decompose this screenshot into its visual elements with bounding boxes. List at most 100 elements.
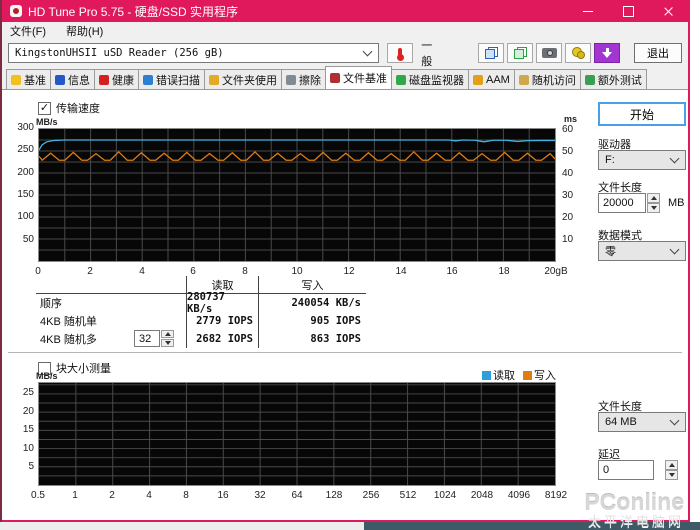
arrow-up-icon [668,462,675,467]
axis-tick: 2 [109,490,115,501]
legend-item-读取: 读取 [482,367,515,383]
temperature-button[interactable] [387,43,414,63]
spin-up-button[interactable] [161,330,174,339]
benchmark-icon [11,74,21,85]
info-icon [55,74,65,85]
tab-label: 文件基准 [343,73,387,85]
tab-文件基准[interactable]: 文件基准 [325,66,392,89]
axis-tick: 30 [562,190,574,201]
transfer-speed-checkbox[interactable]: ✓ [38,101,51,115]
results-grid: 读取 写入 顺序 280737 KB/s 240054 KB/s 4KB 随机单 2779 … [36,276,366,348]
chevron-down-icon [669,153,680,164]
data-mode-select[interactable]: 零 [598,241,686,261]
spinner-arrows[interactable] [161,330,174,347]
file-length-select[interactable]: 64 MB [598,412,686,432]
axis-tick: 4 [139,266,145,277]
file-length-value[interactable]: 20000 [598,193,646,213]
tab-基准[interactable]: 基准 [6,69,51,89]
chevron-down-icon [669,415,680,426]
axis-tick: 40 [562,168,574,179]
error-scan-icon [143,74,153,85]
window-controls [568,0,688,22]
axis-tick: 2048 [470,490,494,501]
tab-label: 健康 [112,74,134,87]
health-icon [99,74,109,85]
axis-tick: 1 [72,490,78,501]
transfer-speed-label: 传输速度 [56,103,100,115]
axis-tick: 16 [446,266,458,277]
tab-额外测试[interactable]: 额外测试 [579,69,647,89]
tab-磁盘监视器[interactable]: 磁盘监视器 [391,69,469,89]
queue-depth-spinner[interactable]: 32 [134,330,174,347]
spin-down-button[interactable] [161,338,174,347]
axis-tick: 15 [22,424,34,435]
copy-pages-icon [484,47,498,59]
options-button[interactable] [565,43,592,63]
close-button[interactable] [648,0,688,22]
chevron-down-icon [362,46,373,57]
menu-item[interactable]: 帮助(H) [66,23,103,39]
device-select[interactable]: KingstonUHSII uSD Reader (256 gB) [8,43,380,63]
spin-down-button[interactable] [647,203,660,213]
tab-信息[interactable]: 信息 [50,69,95,89]
exit-button[interactable]: 退出 [634,43,682,63]
queue-depth-value[interactable]: 32 [134,330,160,347]
file-length-unit: MB [668,197,685,209]
axis-tick: 200 [17,167,34,178]
tab-label: 擦除 [299,74,321,87]
spin-down-button[interactable] [665,470,678,480]
tab-AAM[interactable]: AAM [468,69,515,89]
drive-select[interactable]: F: [598,150,686,170]
file-length-spinner[interactable]: 20000 [598,193,660,213]
desktop-strip-gray [0,522,364,530]
axis-tick: 0.5 [31,490,45,501]
axis-tick: 64 [291,490,303,501]
axis-tick: 0 [35,266,41,277]
tab-随机访问[interactable]: 随机访问 [513,69,581,89]
results-row-label: 顺序 [40,298,62,310]
axis-tick: 16 [217,490,229,501]
disk-monitor-icon [396,74,406,85]
screenshot-button[interactable] [536,43,563,63]
axis-tick: 300 [17,122,34,133]
axis-tick: 10 [22,443,34,454]
download-arrow-icon [602,47,613,59]
read-value: 2779 IOPS [186,312,258,330]
axis-tick: 18 [498,266,510,277]
spinner-arrows[interactable] [647,193,660,213]
arrow-down-icon [668,473,675,478]
delay-input[interactable]: 0 [598,460,654,480]
window-title: HD Tune Pro 5.75 - 硬盘/SSD 实用程序 [28,4,239,19]
axis-tick: 20 [22,406,34,417]
menu-item[interactable]: 文件(F) [10,23,46,39]
save-results-button[interactable] [594,43,621,63]
block-size-chart [38,382,556,486]
transfer-speed-checkbox-row: ✓ 传输速度 [38,100,100,116]
tab-擦除[interactable]: 擦除 [281,69,326,89]
copy-image-button[interactable] [507,43,534,63]
spin-up-button[interactable] [665,460,678,470]
start-button[interactable]: 开始 [598,102,686,126]
desktop-strip-teal [364,522,700,530]
maximize-button[interactable] [608,0,648,22]
spin-up-button[interactable] [647,193,660,203]
camera-icon [541,48,557,58]
axis-tick: 512 [399,490,417,501]
axis-tick: 1024 [433,490,457,501]
tab-健康[interactable]: 健康 [94,69,139,89]
minimize-icon [583,10,593,12]
delay-spinner-arrows[interactable] [665,460,678,480]
tab-文件夹使用[interactable]: 文件夹使用 [204,69,282,89]
legend-item-写入: 写入 [523,367,556,383]
minimize-button[interactable] [568,0,608,22]
axis-tick: 6 [190,266,196,277]
y-axis-unit: MB/s [36,371,58,381]
axis-tick: 14 [395,266,407,277]
hdtune-window: HD Tune Pro 5.75 - 硬盘/SSD 实用程序 文件(F) 帮助(H… [2,0,690,529]
axis-tick: 20gB [544,266,568,277]
gears-icon [571,47,585,59]
tab-错误扫描[interactable]: 错误扫描 [138,69,205,89]
copy-text-button[interactable] [478,43,505,63]
thermometer-icon [396,47,404,61]
read-value: 2682 IOPS [186,330,258,348]
